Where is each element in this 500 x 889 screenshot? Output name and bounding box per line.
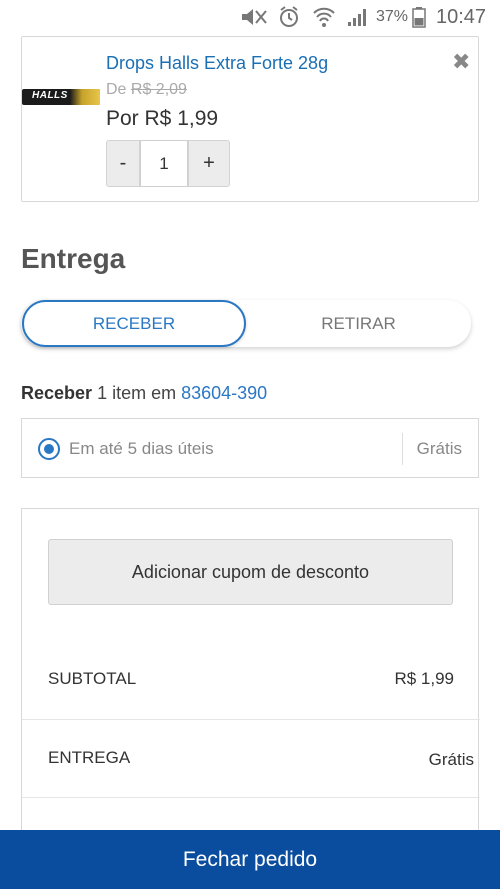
mute-icon xyxy=(240,6,270,33)
subtotal-value: R$ 1,99 xyxy=(394,669,454,688)
shipping-value: Grátis xyxy=(428,750,474,769)
status-bar: 37% 10:47 xyxy=(0,0,500,36)
subtotal-row: SUBTOTAL R$ 1,99 xyxy=(22,641,480,719)
old-price-prefix: De xyxy=(106,81,127,98)
toggle-option-receber[interactable]: RECEBER xyxy=(22,300,246,347)
order-summary: Adicionar cupom de desconto SUBTOTAL R$ … xyxy=(21,508,480,838)
old-price: De R$ 2,09 xyxy=(106,81,187,99)
battery-percent: 37% xyxy=(376,8,409,25)
delivery-summary-text: 1 item em xyxy=(97,383,177,403)
battery-icon xyxy=(412,6,426,33)
add-coupon-button[interactable]: Adicionar cupom de desconto xyxy=(48,539,453,605)
shipping-option-price: Grátis xyxy=(416,439,462,458)
shipping-option-radio[interactable] xyxy=(38,438,60,460)
zip-code-link[interactable]: 83604-390 xyxy=(181,383,267,403)
close-icon[interactable]: ✖ xyxy=(452,49,470,75)
product-logo-text: HALLS xyxy=(32,90,68,101)
signal-icon xyxy=(346,6,368,33)
decrease-quantity-button[interactable]: - xyxy=(106,140,140,187)
delivery-summary-mode: Receber xyxy=(21,383,93,403)
shipping-label: ENTREGA xyxy=(48,748,131,767)
shipping-option-label: Em até 5 dias úteis xyxy=(69,439,214,458)
product-name-link[interactable]: Drops Halls Extra Forte 28g xyxy=(106,53,328,74)
clock: 10:47 xyxy=(436,6,487,28)
current-price: Por R$ 1,99 xyxy=(106,107,219,130)
quantity-stepper: - 1 + xyxy=(106,140,230,187)
delivery-section-title: Entrega xyxy=(21,243,126,274)
product-image[interactable]: HALLS xyxy=(22,89,100,105)
subtotal-label: SUBTOTAL xyxy=(48,669,137,688)
divider xyxy=(402,433,403,465)
shipping-option[interactable]: Em até 5 dias úteis Grátis xyxy=(21,418,479,478)
delivery-summary: Receber 1 item em 83604-390 xyxy=(21,383,267,404)
old-price-value: R$ 2,09 xyxy=(130,81,187,98)
delivery-method-toggle: RECEBER RETIRAR xyxy=(21,300,471,347)
product-image-band xyxy=(70,89,100,105)
wifi-icon xyxy=(312,6,336,33)
alarm-icon xyxy=(278,6,300,33)
cart-item-card: HALLS Drops Halls Extra Forte 28g ✖ De R… xyxy=(21,36,479,202)
quantity-input[interactable]: 1 xyxy=(140,140,188,187)
increase-quantity-button[interactable]: + xyxy=(188,140,230,187)
radio-selected-dot xyxy=(44,444,54,454)
toggle-option-retirar[interactable]: RETIRAR xyxy=(246,300,471,347)
checkout-button[interactable]: Fechar pedido xyxy=(0,830,500,889)
shipping-row: ENTREGA Grátis xyxy=(22,719,480,797)
